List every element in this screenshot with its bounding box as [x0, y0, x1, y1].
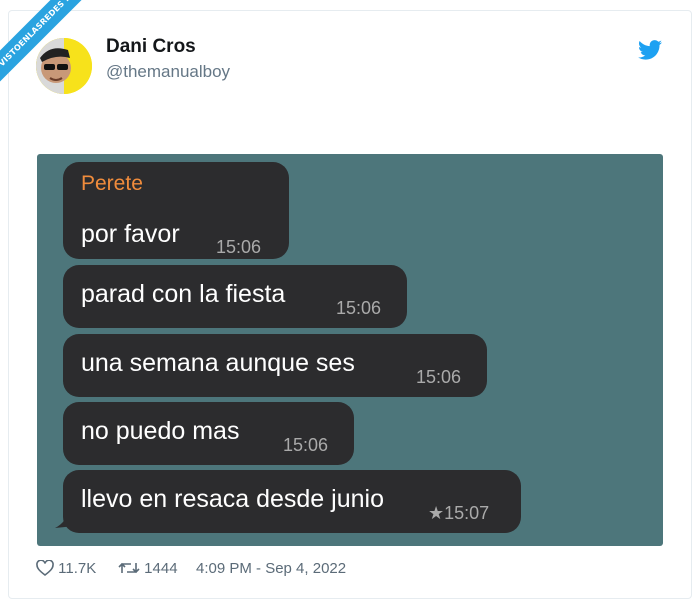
twitter-bird-icon[interactable] — [638, 40, 662, 60]
message-text: llevo en resaca desde junio — [81, 485, 384, 513]
message-time: ★15:07 — [428, 503, 489, 524]
like-count: 11.7K — [58, 560, 97, 577]
message-text: por favor — [81, 220, 180, 248]
chat-bubble: parad con la fiesta 15:06 — [63, 265, 407, 328]
retweet-button[interactable]: 1444 — [118, 560, 178, 577]
message-time: 15:06 — [416, 367, 462, 387]
chat-bubble: Perete por favor 15:06 — [63, 162, 289, 259]
author-handle[interactable]: @themanualboy — [106, 62, 230, 82]
chat-bubble: no puedo mas 15:06 — [63, 402, 354, 465]
message-text: no puedo mas — [81, 417, 240, 445]
chat-screenshot: Perete por favor 15:06 parad con la fies… — [37, 154, 663, 546]
sender-name: Perete — [81, 172, 143, 195]
chat-bubble: una semana aunque ses 15:06 — [63, 334, 487, 397]
like-button[interactable]: 11.7K — [36, 559, 97, 577]
message-time: 15:06 — [336, 298, 382, 318]
bubble-tail — [55, 508, 75, 528]
heart-icon — [36, 559, 54, 577]
chat-bubble: llevo en resaca desde junio ★15:07 — [63, 470, 521, 533]
message-text: una semana aunque ses — [81, 349, 355, 377]
user-avatar-icon — [36, 38, 92, 94]
message-time: 15:06 — [283, 435, 329, 455]
avatar[interactable] — [36, 38, 92, 94]
retweet-icon — [118, 562, 140, 574]
message-time: 15:06 — [216, 237, 262, 257]
retweet-count: 1444 — [144, 560, 178, 577]
star-icon: ★ — [428, 503, 445, 523]
message-time-value: 15:07 — [444, 503, 490, 523]
message-text: parad con la fiesta — [81, 280, 286, 308]
author-name[interactable]: Dani Cros — [106, 36, 196, 58]
tweet-timestamp[interactable]: 4:09 PM - Sep 4, 2022 — [196, 560, 346, 577]
